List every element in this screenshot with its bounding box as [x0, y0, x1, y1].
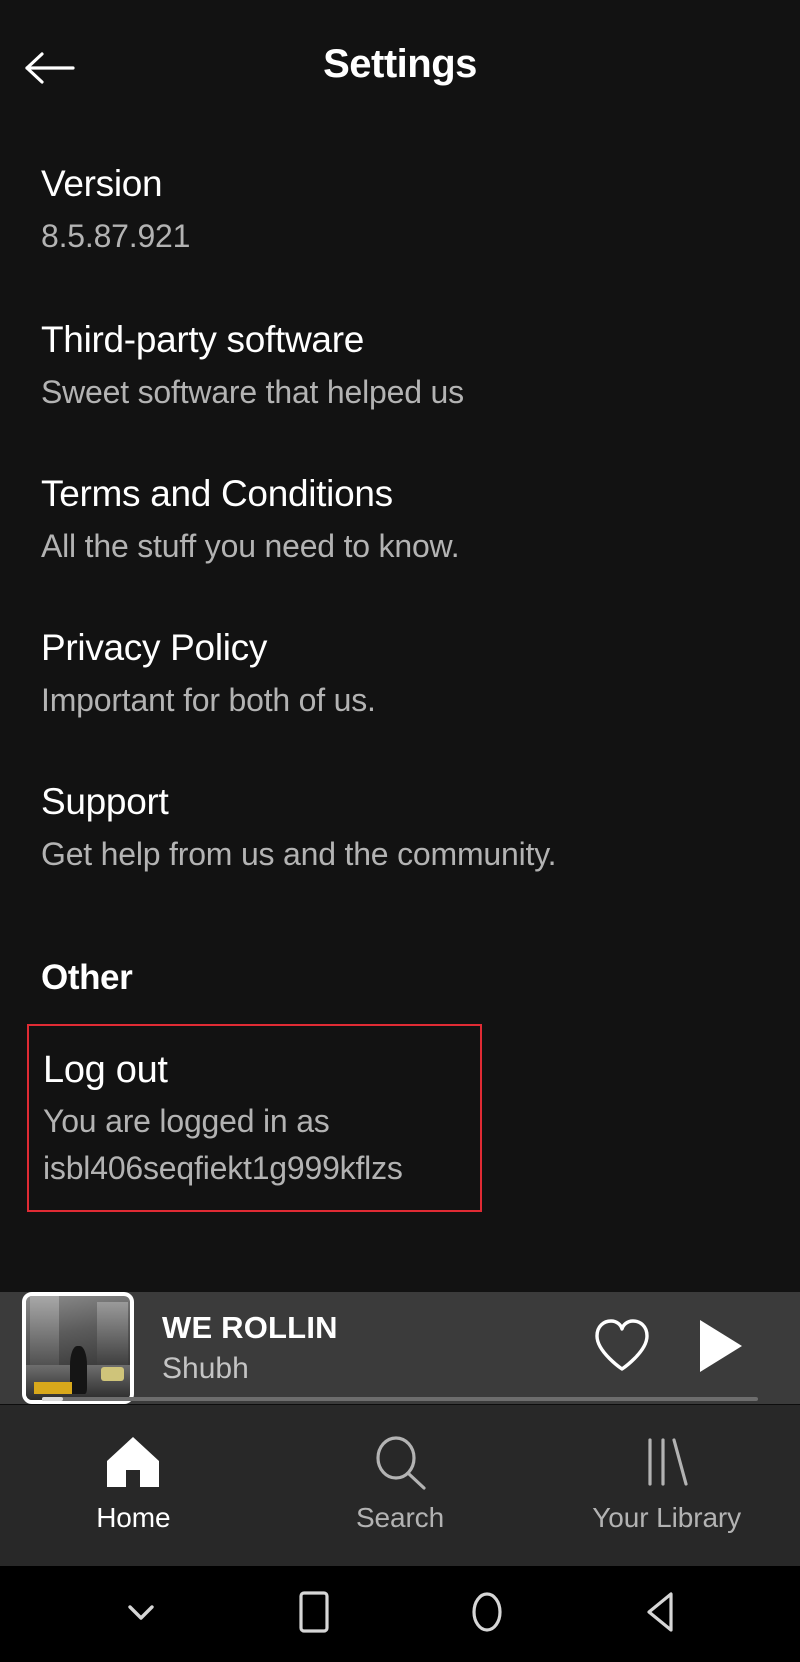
player-controls — [592, 1317, 746, 1380]
hide-keyboard-button[interactable] — [101, 1574, 181, 1654]
row-title: Third-party software — [41, 319, 364, 360]
tab-home[interactable]: Home — [0, 1405, 267, 1566]
album-art-figure — [69, 1345, 88, 1394]
logout-subtitle: You are logged in as isbl406seqfiekt1g99… — [43, 1098, 480, 1192]
circle-home-icon — [465, 1586, 509, 1643]
library-icon — [636, 1432, 698, 1490]
section-heading-other: Other — [41, 958, 133, 997]
row-subtitle: Sweet software that helped us — [41, 374, 464, 410]
tab-label: Search — [355, 1501, 445, 1533]
row-title: Support — [41, 781, 169, 822]
tab-search[interactable]: Search — [267, 1405, 534, 1566]
album-art-building-right — [96, 1302, 128, 1365]
row-subtitle: All the stuff you need to know. — [41, 528, 460, 564]
logout-subtitle-line1: You are logged in as — [43, 1103, 330, 1139]
play-button[interactable] — [694, 1317, 746, 1380]
track-info[interactable]: WE ROLLIN Shubh — [162, 1310, 592, 1386]
back-nav-button[interactable] — [620, 1574, 700, 1654]
bottom-tab-bar: Home Search Your Library — [0, 1404, 800, 1566]
triangle-back-icon — [638, 1586, 682, 1643]
album-art-we-rollin[interactable] — [22, 1292, 134, 1404]
settings-row-privacy-policy[interactable]: Privacy Policy Important for both of us. — [41, 626, 800, 720]
heart-outline-icon — [592, 1318, 652, 1379]
track-artist: Shubh — [162, 1352, 249, 1385]
album-art-taxi — [100, 1366, 124, 1382]
tab-label: Home — [96, 1501, 171, 1533]
album-art-building-left — [30, 1296, 60, 1371]
logout-username: isbl406seqfiekt1g999kflzs — [43, 1150, 403, 1186]
now-playing-bar[interactable]: WE ROLLIN Shubh — [0, 1292, 800, 1404]
play-icon — [694, 1317, 746, 1380]
app-header: Settings — [0, 0, 800, 132]
recents-button[interactable] — [274, 1574, 354, 1654]
tab-your-library[interactable]: Your Library — [533, 1405, 800, 1566]
track-title: WE ROLLIN — [162, 1310, 338, 1345]
settings-row-support[interactable]: Support Get help from us and the communi… — [41, 780, 800, 874]
row-title: Privacy Policy — [41, 627, 268, 668]
row-subtitle: Important for both of us. — [41, 682, 376, 718]
playback-progress-bar[interactable] — [42, 1397, 758, 1401]
back-button[interactable] — [22, 40, 78, 96]
settings-screen: Settings Version 8.5.87.921 Third-party … — [0, 0, 800, 1662]
row-subtitle: Get help from us and the community. — [41, 836, 557, 872]
android-system-nav — [0, 1566, 800, 1662]
chevron-down-icon — [119, 1590, 163, 1639]
settings-row-third-party-software[interactable]: Third-party software Sweet software that… — [41, 318, 800, 412]
logout-title: Log out — [43, 1049, 168, 1091]
home-icon — [102, 1432, 164, 1490]
home-button[interactable] — [447, 1574, 527, 1654]
row-title: Version — [41, 163, 163, 204]
album-art-title-logo — [34, 1382, 72, 1394]
playback-progress-fill — [42, 1397, 64, 1401]
arrow-left-icon — [24, 49, 76, 87]
page-title: Settings — [323, 41, 477, 86]
row-subtitle: 8.5.87.921 — [41, 218, 191, 254]
row-title: Terms and Conditions — [41, 473, 393, 514]
like-button[interactable] — [592, 1318, 652, 1379]
settings-row-terms-and-conditions[interactable]: Terms and Conditions All the stuff you n… — [41, 472, 800, 566]
tab-label: Your Library — [592, 1501, 742, 1533]
square-recents-icon — [292, 1586, 336, 1643]
logout-button[interactable]: Log out You are logged in as isbl406seqf… — [27, 1024, 482, 1212]
settings-list: Version 8.5.87.921 Third-party software … — [0, 132, 800, 1292]
search-icon — [369, 1432, 431, 1490]
settings-row-version[interactable]: Version 8.5.87.921 — [41, 162, 800, 256]
